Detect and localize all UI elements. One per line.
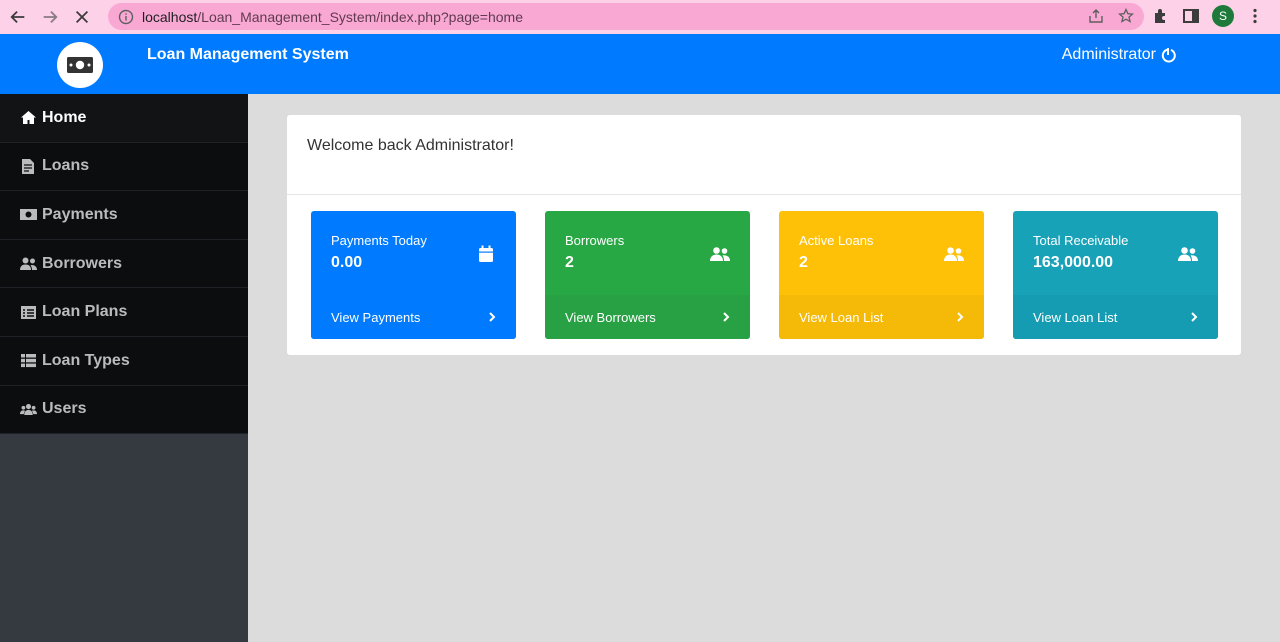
sidebar-item-label: Payments [42, 205, 118, 223]
bookmark-star-icon[interactable] [1118, 8, 1134, 24]
view-loan-list-link[interactable]: View Loan List [1013, 295, 1218, 339]
profile-avatar[interactable]: S [1212, 5, 1234, 27]
money-bill-icon [20, 209, 37, 221]
chevron-right-icon [957, 312, 964, 322]
sidebar-item-payments[interactable]: Payments [0, 191, 248, 240]
tile-link-label: View Loan List [1033, 309, 1118, 325]
tile-total-receivable: Total Receivable 163,000.00 View Loan Li… [1013, 211, 1218, 339]
chevron-right-icon [1191, 312, 1198, 322]
sidebar-item-label: Home [42, 108, 87, 126]
tile-link-label: View Borrowers [565, 309, 656, 325]
tile-label: Active Loans [799, 233, 874, 248]
site-info-icon[interactable] [118, 9, 134, 25]
tile-borrowers: Borrowers 2 View Borrowers [545, 211, 750, 339]
tile-active-loans: Active Loans 2 View Loan List [779, 211, 984, 339]
app-header: Loan Management System Administrator [0, 34, 1280, 94]
tile-value: 2 [565, 254, 574, 271]
app-logo [57, 42, 103, 88]
user-name: Administrator [1061, 46, 1156, 63]
share-icon[interactable] [1088, 8, 1104, 24]
sidebar-item-label: Loans [42, 157, 90, 175]
sidebar: Home Loans Payments Borrowers Loan Plans… [0, 94, 248, 642]
dashboard-card: Welcome back Administrator! Payments Tod… [287, 115, 1241, 355]
user-friends-icon [20, 257, 37, 271]
sidebar-item-loan-types[interactable]: Loan Types [0, 336, 248, 386]
user-menu[interactable]: Administrator [1062, 46, 1176, 64]
sidebar-item-label: Loan Types [42, 351, 130, 369]
address-bar[interactable]: localhost/Loan_Management_System/index.p… [108, 3, 1144, 30]
tile-link-label: View Loan List [799, 309, 884, 325]
url-text: localhost/Loan_Management_System/index.p… [142, 8, 523, 25]
list-alt-icon [21, 305, 36, 319]
sidebar-item-label: Borrowers [42, 254, 123, 272]
view-payments-link[interactable]: View Payments [311, 295, 516, 339]
tile-link-label: View Payments [331, 309, 421, 325]
forward-arrow-icon [43, 10, 58, 24]
tile-label: Payments Today [331, 233, 427, 248]
forward-button[interactable] [36, 3, 64, 31]
kebab-menu-icon[interactable] [1246, 7, 1264, 25]
sidebar-item-label: Users [42, 400, 87, 418]
tile-label: Borrowers [565, 233, 625, 248]
user-friends-icon [1178, 247, 1198, 261]
app-title: Loan Management System [147, 46, 349, 63]
calendar-icon [479, 245, 493, 262]
file-invoice-icon [22, 158, 34, 174]
power-off-icon[interactable] [1160, 47, 1176, 63]
user-friends-icon [710, 247, 730, 261]
welcome-message: Welcome back Administrator! [287, 115, 1241, 195]
tile-label: Total Receivable [1033, 233, 1129, 248]
stop-loading-button[interactable] [68, 3, 96, 31]
sidebar-item-borrowers[interactable]: Borrowers [0, 239, 248, 289]
sidebar-item-label: Loan Plans [42, 303, 128, 321]
chevron-right-icon [723, 312, 730, 322]
users-icon [20, 403, 37, 415]
tile-value: 2 [799, 254, 808, 271]
sidebar-item-loan-plans[interactable]: Loan Plans [0, 288, 248, 337]
browser-toolbar: localhost/Loan_Management_System/index.p… [0, 0, 1280, 34]
user-friends-icon [944, 247, 964, 261]
back-arrow-icon [10, 10, 25, 24]
sidebar-item-loans[interactable]: Loans [0, 142, 248, 192]
extensions-puzzle-icon[interactable] [1152, 7, 1170, 25]
tile-payments-today: Payments Today 0.00 View Payments [311, 211, 516, 339]
back-button[interactable] [4, 3, 32, 31]
home-icon [21, 111, 36, 125]
sidebar-item-users[interactable]: Users [0, 385, 248, 435]
view-borrowers-link[interactable]: View Borrowers [545, 295, 750, 339]
tile-value: 0.00 [331, 254, 363, 271]
tile-value: 163,000.00 [1033, 254, 1114, 271]
sidebar-item-home[interactable]: Home [0, 94, 248, 143]
th-list-icon [21, 354, 36, 368]
chevron-right-icon [489, 312, 496, 322]
money-bill-icon [67, 57, 93, 73]
close-icon [75, 10, 89, 24]
view-loan-list-link[interactable]: View Loan List [779, 295, 984, 339]
side-panel-icon[interactable] [1182, 7, 1200, 25]
